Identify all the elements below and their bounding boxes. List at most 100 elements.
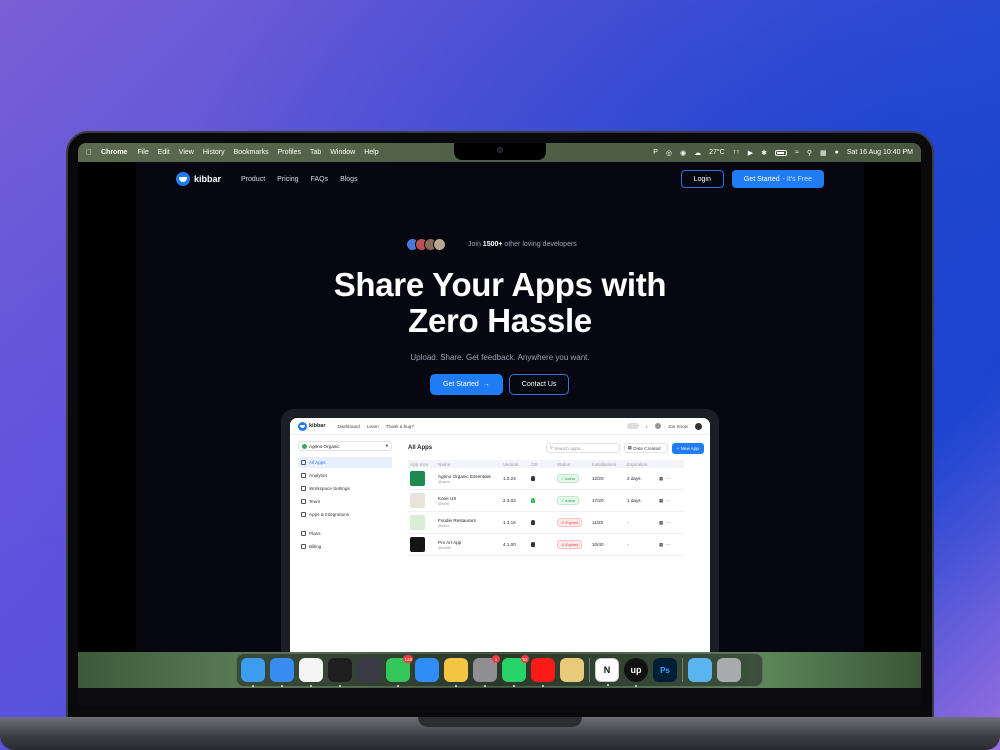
status-p-icon[interactable]: P — [653, 149, 658, 156]
app-expiration: - — [627, 520, 629, 525]
browser-right-gutter — [864, 162, 921, 652]
apple-os-icon — [531, 541, 535, 547]
app-owner: @smith — [438, 545, 451, 550]
nav-link-blogs[interactable]: Blogs — [340, 176, 358, 183]
menu-edit[interactable]: Edit — [158, 149, 170, 156]
qr-icon: ▦ — [659, 519, 664, 525]
notes-icon[interactable] — [444, 658, 468, 687]
mail-icon[interactable] — [415, 658, 439, 682]
weather-temp[interactable]: 27°C — [709, 149, 725, 156]
column-header: App Icon — [410, 461, 429, 467]
youtube-music-icon[interactable] — [531, 658, 555, 687]
join-suffix: other loving developers — [504, 241, 577, 248]
photoshop-icon[interactable]: Ps — [653, 658, 677, 682]
app-installations: 12/20 — [592, 476, 604, 481]
mock-sidebar-label: Billing — [309, 544, 322, 549]
dashboard-preview: kibbar Dashboard Learn Thank a bug? ♪ Jo… — [290, 418, 710, 669]
status-text: Active — [565, 477, 576, 481]
mock-main-header: All Apps ⚲ Search apps... ▦ Date Created… — [408, 441, 704, 455]
spotlight-search-icon[interactable]: ⚲ — [807, 149, 812, 157]
battery-icon[interactable] — [774, 149, 787, 156]
join-count: 1500+ — [482, 241, 503, 248]
menu-bookmarks[interactable]: Bookmarks — [234, 149, 269, 156]
status-play-icon[interactable]: ▶ — [748, 149, 753, 157]
nav-link-faqs[interactable]: FAQs — [311, 176, 329, 183]
column-header: Name — [438, 461, 451, 467]
folder-icon[interactable] — [688, 658, 712, 682]
weather-icon[interactable]: ☁ — [694, 149, 701, 157]
screen-bottom-bezel — [78, 688, 921, 706]
menu-window[interactable]: Window — [330, 149, 355, 156]
site-logo-text: kibbar — [194, 174, 222, 184]
mock-page-title: All Apps — [408, 445, 433, 451]
mock-sidebar-billing: Billing — [298, 541, 392, 552]
app-icon — [410, 537, 425, 552]
mock-sort-select: ▦ Date Created — [623, 443, 668, 453]
status-mic-icon[interactable]: ◉ — [680, 149, 686, 157]
developer-avatars — [406, 238, 446, 251]
app-name: Foodie Restaurant — [438, 517, 476, 523]
grid-icon — [301, 512, 306, 517]
column-header: Status — [557, 461, 571, 467]
qr-icon: ▦ — [659, 475, 664, 481]
mock-workspace-name: Agrino Organic — [309, 443, 340, 449]
menu-history[interactable]: History — [203, 149, 225, 156]
menu-tab[interactable]: Tab — [310, 149, 321, 156]
hero-get-started-button[interactable]: Get Started → — [430, 374, 503, 395]
davinci-resolve-icon[interactable] — [357, 658, 381, 682]
app-owner: @rohit — [438, 501, 450, 506]
site-logo[interactable]: kibbar — [176, 172, 221, 186]
menu-view[interactable]: View — [179, 149, 194, 156]
login-button[interactable]: Login — [680, 170, 724, 188]
messages-badge: 126 — [403, 655, 413, 663]
status-tt-icon[interactable]: ↑↑ — [733, 149, 740, 156]
safari-icon[interactable] — [270, 658, 294, 687]
mock-sidebar-team: Team — [298, 496, 392, 507]
app-version: 2.3.02 — [503, 498, 516, 503]
menubar-app-name[interactable]: Chrome — [101, 149, 127, 156]
whatsapp-icon[interactable]: 52 — [502, 655, 529, 687]
control-center-icon[interactable]: ▦ — [820, 149, 827, 157]
mock-sidebar-plans: Plans — [298, 528, 392, 539]
status-circle-icon[interactable]: ◎ — [666, 149, 672, 157]
apple-icon[interactable]:  — [86, 148, 92, 157]
table-row: Pro Art App @smith 4.1.00 ⚠ Expired 10/40… — [408, 534, 684, 556]
settings-badge: 1 — [492, 655, 500, 663]
avatar — [695, 422, 702, 430]
wifi-icon[interactable]: ≈ — [795, 149, 799, 156]
mock-sidebar-label: Workspace Settings — [309, 486, 350, 491]
ruler-icon[interactable] — [560, 658, 584, 682]
column-header: Installations — [592, 461, 617, 467]
status-text: Expired — [565, 543, 579, 547]
hero-subtitle: Upload. Share. Get feedback. Anywhere yo… — [410, 353, 590, 362]
chrome-icon[interactable] — [299, 658, 323, 687]
trash-icon[interactable] — [717, 658, 741, 682]
table-row: Foodie Restaurant @alice 1.3.16 ⚠ Expired… — [408, 512, 684, 534]
more-icon: ⋯ — [666, 519, 671, 525]
table-row: Agrino Organic Essentials @anne 1.0.24 ✓ … — [408, 468, 684, 490]
laptop-screen:  Chrome File Edit View History Bookmark… — [78, 143, 921, 706]
nav-link-pricing[interactable]: Pricing — [277, 176, 298, 183]
menu-help[interactable]: Help — [364, 149, 378, 156]
photoshop-text: Ps — [660, 665, 670, 675]
menu-file[interactable]: File — [137, 149, 148, 156]
upwork-icon[interactable]: up — [624, 658, 648, 687]
menu-profiles[interactable]: Profiles — [278, 149, 301, 156]
get-started-nav-button[interactable]: Get Started - It's Free — [731, 170, 824, 188]
contact-us-button[interactable]: Contact Us — [508, 374, 570, 395]
figma-icon[interactable] — [328, 658, 352, 687]
app-owner: @alice — [438, 523, 450, 528]
whatsapp-badge: 52 — [521, 655, 529, 663]
finder-icon[interactable] — [241, 658, 265, 687]
notion-icon[interactable]: N — [595, 658, 619, 686]
android-os-icon — [531, 497, 535, 503]
apple-os-icon — [531, 475, 535, 481]
bluetooth-icon[interactable]: ✱ — [761, 149, 767, 157]
mock-sidebar-label: All Apps — [309, 460, 326, 465]
nav-link-product[interactable]: Product — [241, 176, 265, 183]
mock-new-app-button: + New App — [671, 442, 704, 454]
siri-icon[interactable]: ● — [835, 149, 839, 156]
messages-icon[interactable]: 126 — [386, 655, 413, 687]
system-settings-icon[interactable]: 1 — [473, 655, 500, 687]
menubar-datetime[interactable]: Sat 16 Aug 10:40 PM — [847, 149, 913, 156]
